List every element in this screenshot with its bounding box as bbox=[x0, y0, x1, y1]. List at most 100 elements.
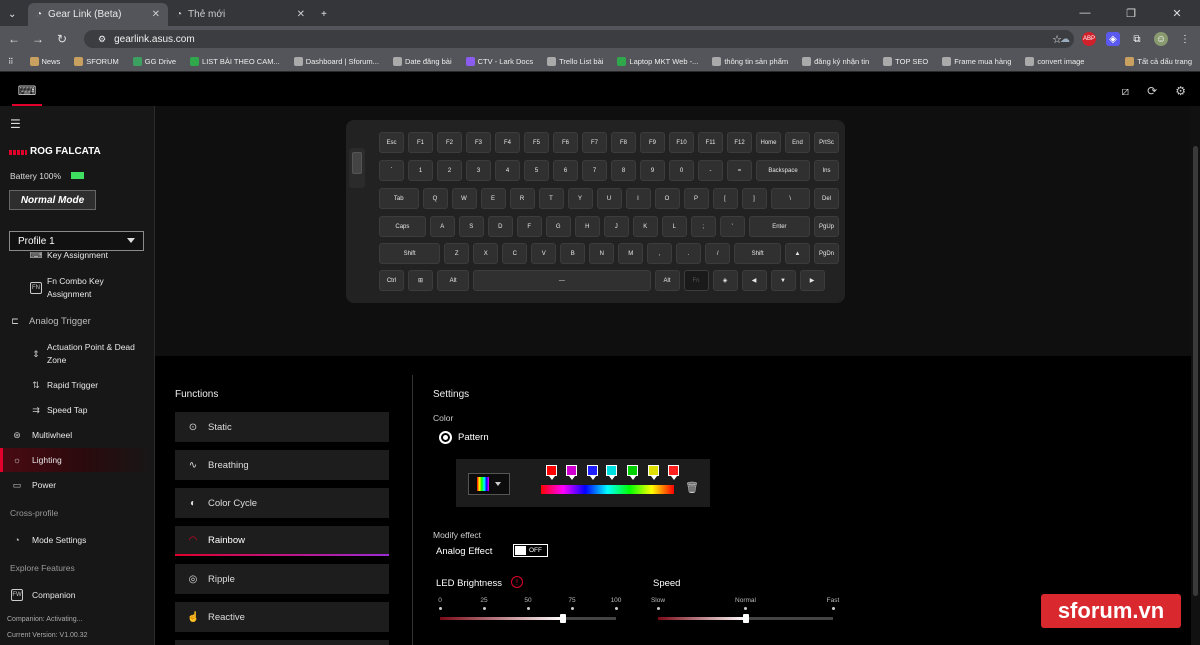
keyboard-key[interactable]: F10 bbox=[669, 132, 694, 153]
multiwheel-knob[interactable] bbox=[352, 152, 362, 174]
keyboard-key[interactable]: Tab bbox=[379, 188, 419, 209]
keyboard-key[interactable]: Home bbox=[756, 132, 781, 153]
bookmark-item[interactable]: Trello List bài bbox=[547, 57, 603, 66]
keyboard-key[interactable]: F4 bbox=[495, 132, 520, 153]
device-tab-icon[interactable]: ⌨ bbox=[12, 78, 42, 106]
bookmark-item[interactable]: đăng ký nhận tin bbox=[802, 57, 869, 66]
keyboard-key[interactable]: 3 bbox=[466, 160, 491, 181]
keyboard-key[interactable]: F6 bbox=[553, 132, 578, 153]
color-swatch[interactable] bbox=[627, 465, 638, 480]
color-swatch[interactable] bbox=[546, 465, 557, 480]
sidebar-item-power[interactable]: ▭ Power bbox=[0, 478, 154, 492]
cloud-extension-icon[interactable]: ☁ bbox=[1058, 32, 1072, 46]
keyboard-key[interactable]: F3 bbox=[466, 132, 491, 153]
keyboard-key[interactable]: Q bbox=[422, 188, 448, 209]
keyboard-key[interactable]: \ bbox=[770, 188, 810, 209]
function-color-cycle[interactable]: ◐ Color Cycle bbox=[175, 488, 389, 518]
bookmark-item[interactable]: Tất cả dấu trang bbox=[1125, 57, 1192, 66]
keyboard-key[interactable]: V bbox=[531, 243, 557, 264]
keyboard-key[interactable]: F1 bbox=[408, 132, 433, 153]
back-icon[interactable]: ← bbox=[2, 32, 26, 46]
apps-grid-icon[interactable]: ⠿ bbox=[8, 57, 14, 66]
color-swatch[interactable] bbox=[648, 465, 659, 480]
keyboard-key[interactable]: ◀ bbox=[741, 270, 767, 291]
minimize-icon[interactable]: — bbox=[1062, 7, 1108, 19]
analog-effect-toggle[interactable]: OFF bbox=[513, 544, 548, 557]
sidebar-item-lighting[interactable]: ☼ Lighting bbox=[0, 448, 154, 472]
keyboard-key[interactable]: F11 bbox=[698, 132, 723, 153]
sidebar-item-companion[interactable]: FW Companion bbox=[0, 588, 154, 602]
hamburger-menu-icon[interactable]: ☰ bbox=[10, 117, 21, 131]
keyboard-key[interactable]: Ins bbox=[814, 160, 839, 181]
sidebar-item-speed-tap[interactable]: ⇉ Speed Tap bbox=[0, 403, 154, 417]
site-info-icon[interactable]: ⚙ bbox=[98, 34, 106, 45]
keyboard-key[interactable]: L bbox=[661, 216, 687, 237]
new-tab-button[interactable]: + bbox=[313, 3, 337, 26]
keyboard-key[interactable]: 9 bbox=[640, 160, 665, 181]
keyboard-key[interactable]: ] bbox=[741, 188, 767, 209]
trash-icon[interactable]: 🗑 bbox=[685, 481, 699, 494]
avatar[interactable]: ☺ bbox=[1154, 32, 1168, 46]
keyboard-key[interactable]: — bbox=[473, 270, 651, 291]
keyboard-key[interactable]: F8 bbox=[611, 132, 636, 153]
bookmark-item[interactable]: Dashboard | Sforum... bbox=[293, 57, 379, 66]
keyboard-key[interactable]: M bbox=[618, 243, 644, 264]
keyboard-key[interactable]: Del bbox=[814, 188, 839, 209]
keyboard-key[interactable]: F7 bbox=[582, 132, 607, 153]
keyboard-key[interactable]: ; bbox=[690, 216, 716, 237]
mode-button[interactable]: Normal Mode bbox=[9, 190, 96, 210]
keyboard-key[interactable]: F12 bbox=[727, 132, 752, 153]
keyboard-key[interactable]: Alt bbox=[654, 270, 680, 291]
tab-close-icon[interactable]: ✕ bbox=[152, 9, 160, 20]
keyboard-key[interactable]: / bbox=[705, 243, 731, 264]
bookmark-item[interactable]: thông tin sản phẩm bbox=[712, 57, 788, 66]
puzzle-icon[interactable]: ⧉ bbox=[1130, 32, 1144, 46]
keyboard-key[interactable]: 7 bbox=[582, 160, 607, 181]
keyboard-key[interactable]: N bbox=[589, 243, 615, 264]
keyboard-key[interactable]: Y bbox=[567, 188, 593, 209]
keyboard-key[interactable]: R bbox=[509, 188, 535, 209]
pattern-radio[interactable] bbox=[439, 431, 452, 444]
url-field[interactable]: ⚙ gearlink.asus.com ☆ bbox=[84, 30, 1074, 48]
function-reactive[interactable]: ☝ Reactive bbox=[175, 602, 389, 632]
sidebar-item-analog-trigger[interactable]: ⊏ Analog Trigger bbox=[0, 314, 154, 328]
adblock-icon[interactable]: ABP bbox=[1082, 32, 1096, 46]
keyboard-key[interactable]: , bbox=[647, 243, 673, 264]
keyboard-key[interactable]: H bbox=[574, 216, 600, 237]
keyboard-key[interactable]: P bbox=[683, 188, 709, 209]
bookmark-item[interactable]: GG Drive bbox=[132, 57, 176, 66]
keyboard-key[interactable]: Fn bbox=[683, 270, 709, 291]
keyboard-key[interactable]: Backspace bbox=[756, 160, 810, 181]
keyboard-key[interactable]: F2 bbox=[437, 132, 462, 153]
keyboard-key[interactable]: F9 bbox=[640, 132, 665, 153]
bookmark-item[interactable]: TOP SEO bbox=[883, 57, 928, 66]
sidebar-item-key-assignment[interactable]: ⌨ Key Assignment bbox=[0, 252, 154, 264]
keyboard-key[interactable]: . bbox=[676, 243, 702, 264]
function-breathing[interactable]: ∿ Breathing bbox=[175, 450, 389, 480]
slider-thumb[interactable] bbox=[742, 614, 749, 623]
gear-icon[interactable]: ⚙ bbox=[1175, 84, 1186, 99]
sidebar-item-multiwheel[interactable]: ⊛ Multiwheel bbox=[0, 428, 154, 442]
slider-thumb[interactable] bbox=[560, 614, 567, 623]
keyboard-key[interactable]: G bbox=[545, 216, 571, 237]
keyboard-key[interactable]: Shift bbox=[379, 243, 441, 264]
keyboard-key[interactable]: Esc bbox=[379, 132, 404, 153]
color-swatch[interactable] bbox=[668, 465, 679, 480]
keyboard-key[interactable]: E bbox=[480, 188, 506, 209]
keyboard-key[interactable]: C bbox=[502, 243, 528, 264]
keyboard-key[interactable]: PgDn bbox=[814, 243, 839, 264]
keyboard-key[interactable]: ⊞ bbox=[408, 270, 433, 291]
keyboard-key[interactable]: ◈ bbox=[712, 270, 738, 291]
keyboard-key[interactable]: 2 bbox=[437, 160, 462, 181]
sidebar-item-mode-settings[interactable]: ◔ Mode Settings bbox=[0, 533, 154, 547]
keyboard-key[interactable]: 6 bbox=[553, 160, 578, 181]
tab-new[interactable]: ◔ Thẻ mới ✕ bbox=[168, 3, 313, 26]
function-rainbow[interactable]: ◠ Rainbow bbox=[175, 526, 389, 556]
keyboard-key[interactable]: Alt bbox=[437, 270, 470, 291]
keyboard-key[interactable]: ▼ bbox=[770, 270, 796, 291]
keyboard-key[interactable]: A bbox=[429, 216, 455, 237]
function-ripple[interactable]: ◎ Ripple bbox=[175, 564, 389, 594]
keyboard-key[interactable]: F bbox=[516, 216, 542, 237]
sidebar-item-actuation[interactable]: ⇕ Actuation Point & Dead Zone bbox=[0, 341, 154, 367]
keyboard-key[interactable]: 4 bbox=[495, 160, 520, 181]
